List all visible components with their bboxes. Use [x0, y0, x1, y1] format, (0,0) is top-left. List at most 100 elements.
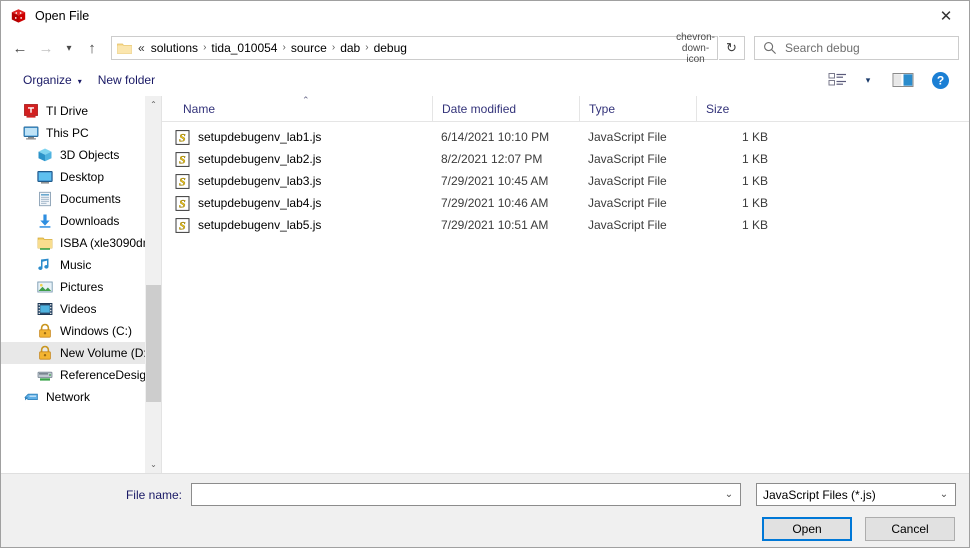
- new-folder-button[interactable]: New folder: [90, 70, 163, 90]
- search-placeholder: Search debug: [785, 41, 860, 55]
- sidebar-item-referencedesign[interactable]: ReferenceDesign: [1, 364, 145, 386]
- sidebar-item-label: TI Drive: [46, 104, 88, 118]
- breadcrumb-item-dab[interactable]: dab: [338, 41, 362, 55]
- file-name-cell: Ssetupdebugenv_lab3.js: [174, 173, 432, 189]
- sidebar-item-downloads[interactable]: Downloads: [1, 210, 145, 232]
- breadcrumb-item-debug[interactable]: debug: [372, 41, 409, 55]
- scrollbar-track[interactable]: [145, 113, 161, 456]
- table-row[interactable]: Ssetupdebugenv_lab4.js 7/29/2021 10:46 AM…: [162, 192, 969, 214]
- view-options-icon[interactable]: [823, 68, 853, 92]
- scroll-up-icon[interactable]: ⌃: [145, 96, 161, 113]
- address-chevron-down-icon[interactable]: chevron-down-icon: [676, 32, 715, 65]
- downloads-icon: [37, 213, 53, 229]
- breadcrumb-separator-icon[interactable]: ›: [362, 42, 371, 53]
- sidebar-item-label: Desktop: [60, 170, 105, 184]
- file-name-row: File name: ⌄ JavaScript Files (*.js) ⌄: [1, 474, 969, 506]
- column-header-name-label: Name: [183, 101, 216, 116]
- sidebar-item-videos[interactable]: Videos: [1, 298, 145, 320]
- table-row[interactable]: Ssetupdebugenv_lab5.js 7/29/2021 10:51 AM…: [162, 214, 969, 236]
- breadcrumb-item-source[interactable]: source: [289, 41, 329, 55]
- table-row[interactable]: Ssetupdebugenv_lab1.js 6/14/2021 10:10 PM…: [162, 126, 969, 148]
- chevron-down-icon: ▾: [77, 76, 82, 86]
- file-name-input[interactable]: ⌄: [191, 483, 741, 506]
- column-header-date-modified[interactable]: Date modified: [432, 96, 579, 121]
- column-header-name[interactable]: Name ⌃: [174, 95, 432, 121]
- sidebar-item-this-pc[interactable]: This PC: [1, 122, 145, 144]
- network-icon: [23, 389, 39, 405]
- sidebar-item-label: Videos: [60, 302, 97, 316]
- sidebar-item-label: 3D Objects: [60, 148, 120, 162]
- file-size-cell: 1 KB: [741, 218, 768, 232]
- this-pc-icon: [23, 125, 39, 141]
- sidebar-item-label: New Volume (D:): [60, 346, 145, 360]
- table-row[interactable]: Ssetupdebugenv_lab3.js 7/29/2021 10:45 AM…: [162, 170, 969, 192]
- help-icon[interactable]: ?: [923, 68, 957, 92]
- cancel-button[interactable]: Cancel: [865, 517, 955, 541]
- file-type-chevron-down-icon[interactable]: ⌄: [935, 489, 953, 500]
- file-size-cell: 1 KB: [741, 174, 768, 188]
- sidebar-list: TI Drive This PC 3D Objects Desktop Document…: [1, 96, 145, 473]
- breadcrumb-overflow-icon[interactable]: «: [138, 41, 145, 55]
- sidebar-item-desktop[interactable]: Desktop: [1, 166, 145, 188]
- javascript-file-icon: S: [175, 129, 190, 145]
- file-type-dropdown[interactable]: JavaScript Files (*.js) ⌄: [756, 483, 956, 506]
- sidebar-item-isba-xle3090dm[interactable]: ISBA (xle3090dm: [1, 232, 145, 254]
- close-icon[interactable]: ✕: [923, 1, 969, 31]
- organize-button[interactable]: Organize ▾: [15, 70, 90, 90]
- sidebar-item-label: Music: [60, 258, 92, 272]
- dialog-buttons: Open Cancel: [1, 506, 969, 541]
- file-date-cell: 7/29/2021 10:45 AM: [441, 174, 549, 188]
- open-button[interactable]: Open: [762, 517, 852, 541]
- column-header-type[interactable]: Type: [579, 96, 696, 121]
- recent-locations-chevron-down-icon[interactable]: ▾: [59, 35, 79, 61]
- documents-icon: [37, 191, 53, 207]
- sidebar-scrollbar[interactable]: ⌃ ⌄: [145, 96, 161, 473]
- file-size-cell: 1 KB: [741, 152, 768, 166]
- sidebar-item-new-volume-d[interactable]: New Volume (D:): [1, 342, 145, 364]
- search-input[interactable]: Search debug: [754, 36, 959, 60]
- file-type-value: JavaScript Files (*.js): [763, 487, 876, 502]
- music-icon: [37, 257, 53, 273]
- breadcrumb-separator-icon[interactable]: ›: [200, 42, 209, 53]
- dialog-body: TI Drive This PC 3D Objects Desktop Document…: [1, 95, 969, 473]
- file-name-text: setupdebugenv_lab3.js: [198, 174, 322, 188]
- column-header-size-label: Size: [706, 101, 730, 116]
- refresh-icon[interactable]: ↻: [719, 36, 745, 60]
- scroll-down-icon[interactable]: ⌄: [145, 456, 161, 473]
- javascript-file-icon: S: [175, 217, 190, 233]
- file-type-cell: JavaScript File: [588, 218, 667, 232]
- sidebar-item-music[interactable]: Music: [1, 254, 145, 276]
- preview-pane-icon[interactable]: [883, 68, 923, 92]
- sidebar-item-windows-c[interactable]: Windows (C:): [1, 320, 145, 342]
- breadcrumb: « solutions › tida_010054 › source › dab…: [138, 41, 676, 55]
- up-arrow-icon[interactable]: ↑: [79, 35, 105, 61]
- title-bar: Open File ✕: [1, 1, 969, 31]
- sidebar-item-documents[interactable]: Documents: [1, 188, 145, 210]
- column-header-date-label: Date modified: [442, 101, 517, 116]
- videos-icon: [37, 301, 53, 317]
- open-file-dialog: Open File ✕ ← → ▾ ↑ « solutions › tida_0…: [0, 0, 970, 548]
- column-header-size[interactable]: Size: [696, 96, 778, 121]
- file-name-text: setupdebugenv_lab1.js: [198, 130, 322, 144]
- breadcrumb-item-solutions[interactable]: solutions: [149, 41, 200, 55]
- file-size-cell: 1 KB: [741, 130, 768, 144]
- file-name-text: setupdebugenv_lab5.js: [198, 218, 322, 232]
- address-bar[interactable]: « solutions › tida_010054 › source › dab…: [111, 32, 718, 65]
- breadcrumb-separator-icon[interactable]: ›: [329, 42, 338, 53]
- view-options-chevron-down-icon[interactable]: ▾: [853, 68, 883, 92]
- svg-text:S: S: [179, 218, 186, 232]
- sidebar-item-label: Pictures: [60, 280, 104, 294]
- back-arrow-icon[interactable]: ←: [7, 35, 33, 61]
- file-name-cell: Ssetupdebugenv_lab1.js: [174, 129, 432, 145]
- file-name-chevron-down-icon[interactable]: ⌄: [720, 489, 738, 500]
- scrollbar-thumb[interactable]: [145, 285, 161, 402]
- breadcrumb-separator-icon[interactable]: ›: [279, 42, 288, 53]
- breadcrumb-item-tida010054[interactable]: tida_010054: [209, 41, 279, 55]
- sidebar-item-network[interactable]: Network: [1, 386, 145, 408]
- table-row[interactable]: Ssetupdebugenv_lab2.js 8/2/2021 12:07 PM J…: [162, 148, 969, 170]
- sidebar-item-ti-drive[interactable]: TI Drive: [1, 100, 145, 122]
- sidebar-item-3d-objects[interactable]: 3D Objects: [1, 144, 145, 166]
- search-icon: [763, 41, 777, 55]
- sidebar-item-pictures[interactable]: Pictures: [1, 276, 145, 298]
- file-type-cell: JavaScript File: [588, 130, 667, 144]
